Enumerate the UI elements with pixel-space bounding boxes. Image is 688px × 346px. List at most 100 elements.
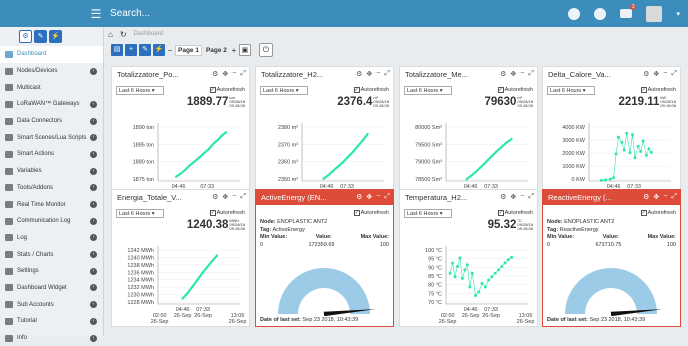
chevron-right-icon[interactable]: › bbox=[90, 284, 97, 292]
sidebar-item-smart-actions[interactable]: Smart Actions › bbox=[0, 146, 103, 163]
sidebar-item-communication-log[interactable]: Communication Log › bbox=[0, 213, 103, 230]
gear-icon[interactable]: ⚙ bbox=[356, 70, 362, 78]
expand-icon[interactable]: ⤢ bbox=[528, 193, 534, 201]
move-icon[interactable]: ✥ bbox=[653, 193, 659, 201]
home-icon[interactable]: ⌂ bbox=[108, 30, 113, 39]
expand-icon[interactable]: ⤢ bbox=[671, 70, 677, 78]
widget-header[interactable]: ReactiveEnergy (... ⚙ ✥ − ⤢ bbox=[543, 190, 680, 205]
info-icon[interactable] bbox=[594, 7, 607, 20]
power-icon[interactable]: ⏻ bbox=[258, 43, 273, 57]
chevron-right-icon[interactable]: › bbox=[90, 317, 97, 325]
autorefresh-checkbox[interactable]: ✓ Autorefresh bbox=[497, 87, 533, 93]
sidebar-item-real-time-monitor[interactable]: Real Time Monitor › bbox=[0, 196, 103, 213]
sidebar-item-dashboard[interactable]: Dashboard bbox=[0, 46, 103, 63]
add-widget-icon[interactable]: + bbox=[125, 44, 137, 56]
sidebar-item-tools-addons[interactable]: Tools/Addons › bbox=[0, 180, 103, 197]
minimize-icon[interactable]: − bbox=[663, 70, 667, 78]
chevron-right-icon[interactable]: › bbox=[90, 100, 97, 108]
tab-page-2[interactable]: Page 2 bbox=[204, 46, 229, 55]
plug-icon[interactable]: ⚡ bbox=[153, 44, 165, 56]
sidebar-item-multicast[interactable]: Multicast bbox=[0, 79, 103, 96]
expand-icon[interactable]: ⤢ bbox=[528, 70, 534, 78]
widget-header[interactable]: Energia_Totale_V... ⚙ ✥ − ⤢ bbox=[112, 190, 249, 205]
autorefresh-checkbox[interactable]: ✓ Autorefresh bbox=[640, 87, 676, 93]
widget-header[interactable]: Temperatura_H2... ⚙ ✥ − ⤢ bbox=[400, 190, 537, 205]
refresh-icon[interactable]: ↻ bbox=[120, 30, 127, 39]
chevron-right-icon[interactable]: › bbox=[90, 117, 97, 125]
chevron-right-icon[interactable]: › bbox=[90, 167, 97, 175]
autorefresh-checkbox[interactable]: ✓ Autorefresh bbox=[640, 210, 676, 216]
chevron-right-icon[interactable]: › bbox=[90, 67, 97, 75]
chevron-down-icon[interactable]: ▾ bbox=[676, 10, 680, 18]
save-icon[interactable]: ▣ bbox=[238, 44, 251, 56]
minimize-icon[interactable]: − bbox=[376, 70, 380, 78]
move-icon[interactable]: ✥ bbox=[510, 193, 516, 201]
plug-icon[interactable]: ⚡ bbox=[49, 30, 62, 43]
expand-icon[interactable]: ⤢ bbox=[384, 70, 390, 78]
widget-header[interactable]: ActiveEnergy (EN... ⚙ ✥ − ⤢ bbox=[256, 190, 393, 205]
minimize-icon[interactable]: − bbox=[663, 193, 667, 201]
widget-header[interactable]: Totalizzatore_Po... ⚙ ✥ − ⤢ bbox=[112, 67, 249, 82]
gear-icon[interactable]: ⚙ bbox=[212, 70, 218, 78]
gear-icon[interactable]: ⚙ bbox=[643, 193, 649, 201]
minimize-icon[interactable]: − bbox=[232, 70, 236, 78]
move-icon[interactable]: ✥ bbox=[222, 193, 228, 201]
sidebar-item-sub-accounts[interactable]: Sub Accounts › bbox=[0, 296, 103, 313]
autorefresh-checkbox[interactable]: ✓ Autorefresh bbox=[353, 210, 389, 216]
minimize-icon[interactable]: − bbox=[520, 70, 524, 78]
chevron-right-icon[interactable]: › bbox=[90, 201, 97, 209]
range-select[interactable]: Last 6 Hours ▾ bbox=[116, 85, 164, 95]
sidebar-item-tutorial[interactable]: Tutorial › bbox=[0, 313, 103, 330]
chevron-right-icon[interactable]: › bbox=[90, 184, 97, 192]
folder-icon[interactable]: ▤ bbox=[111, 44, 123, 56]
hamburger-icon[interactable]: ☰ bbox=[86, 7, 106, 21]
chevron-right-icon[interactable]: › bbox=[90, 217, 97, 225]
sidebar-item-smart-scenes-lua-scripts[interactable]: Smart Scenes/Lua Scripts › bbox=[0, 129, 103, 146]
widget-header[interactable]: Totalizzatore_H2... ⚙ ✥ − ⤢ bbox=[256, 67, 393, 82]
expand-icon[interactable]: ⤢ bbox=[671, 193, 677, 201]
avatar[interactable] bbox=[646, 5, 663, 22]
range-select[interactable]: Last 6 Hours ▾ bbox=[404, 85, 452, 95]
chevron-right-icon[interactable]: › bbox=[90, 267, 97, 275]
range-select[interactable]: Last 6 Hours ▾ bbox=[260, 85, 308, 95]
gear-icon[interactable]: ⚙ bbox=[19, 30, 32, 43]
move-icon[interactable]: ✥ bbox=[366, 70, 372, 78]
sidebar-item-settings[interactable]: Settings › bbox=[0, 263, 103, 280]
sidebar-item-lorawan-gateways[interactable]: LoRaWAN™ Gateways › bbox=[0, 96, 103, 113]
sidebar-item-info[interactable]: Info › bbox=[0, 330, 103, 346]
minimize-icon[interactable]: − bbox=[520, 193, 524, 201]
range-select[interactable]: Last 6 Hours ▾ bbox=[547, 85, 595, 95]
expand-icon[interactable]: ⤢ bbox=[240, 70, 246, 78]
sidebar-item-log[interactable]: Log › bbox=[0, 230, 103, 247]
autorefresh-checkbox[interactable]: ✓ Autorefresh bbox=[497, 210, 533, 216]
gear-icon[interactable]: ⚙ bbox=[212, 193, 218, 201]
minimize-icon[interactable]: − bbox=[376, 193, 380, 201]
chevron-right-icon[interactable]: › bbox=[90, 301, 97, 309]
expand-icon[interactable]: ⤢ bbox=[384, 193, 390, 201]
chevron-right-icon[interactable]: › bbox=[90, 150, 97, 158]
chevron-right-icon[interactable]: › bbox=[90, 134, 97, 142]
gear-icon[interactable]: ⚙ bbox=[500, 193, 506, 201]
remove-page-button[interactable]: − bbox=[167, 46, 173, 55]
move-icon[interactable]: ✥ bbox=[653, 70, 659, 78]
wrench-icon[interactable]: ✎ bbox=[139, 44, 151, 56]
sidebar-item-variables[interactable]: Variables › bbox=[0, 163, 103, 180]
sidebar-item-data-connectors[interactable]: Data Connectors › bbox=[0, 113, 103, 130]
tab-page-1[interactable]: Page 1 bbox=[175, 44, 202, 56]
widget-header[interactable]: Delta_Calore_Va... ⚙ ✥ − ⤢ bbox=[543, 67, 680, 82]
autorefresh-checkbox[interactable]: ✓ Autorefresh bbox=[209, 87, 245, 93]
expand-icon[interactable]: ⤢ bbox=[240, 193, 246, 201]
move-icon[interactable]: ✥ bbox=[222, 70, 228, 78]
gear-icon[interactable]: ⚙ bbox=[500, 70, 506, 78]
chevron-right-icon[interactable]: › bbox=[90, 251, 97, 259]
minimize-icon[interactable]: − bbox=[232, 193, 236, 201]
mail-icon[interactable]: 3 bbox=[620, 4, 637, 18]
add-page-button[interactable]: + bbox=[231, 46, 237, 55]
sidebar-item-dashboard-widget[interactable]: Dashboard Widget › bbox=[0, 280, 103, 297]
range-select[interactable]: Last 6 Hours ▾ bbox=[116, 208, 164, 218]
chevron-right-icon[interactable]: › bbox=[90, 234, 97, 242]
gear-icon[interactable]: ⚙ bbox=[356, 193, 362, 201]
wrench-icon[interactable]: ✎ bbox=[34, 30, 47, 43]
gear-icon[interactable]: ⚙ bbox=[643, 70, 649, 78]
breadcrumb-dashboard[interactable]: Dashboard bbox=[134, 31, 163, 37]
